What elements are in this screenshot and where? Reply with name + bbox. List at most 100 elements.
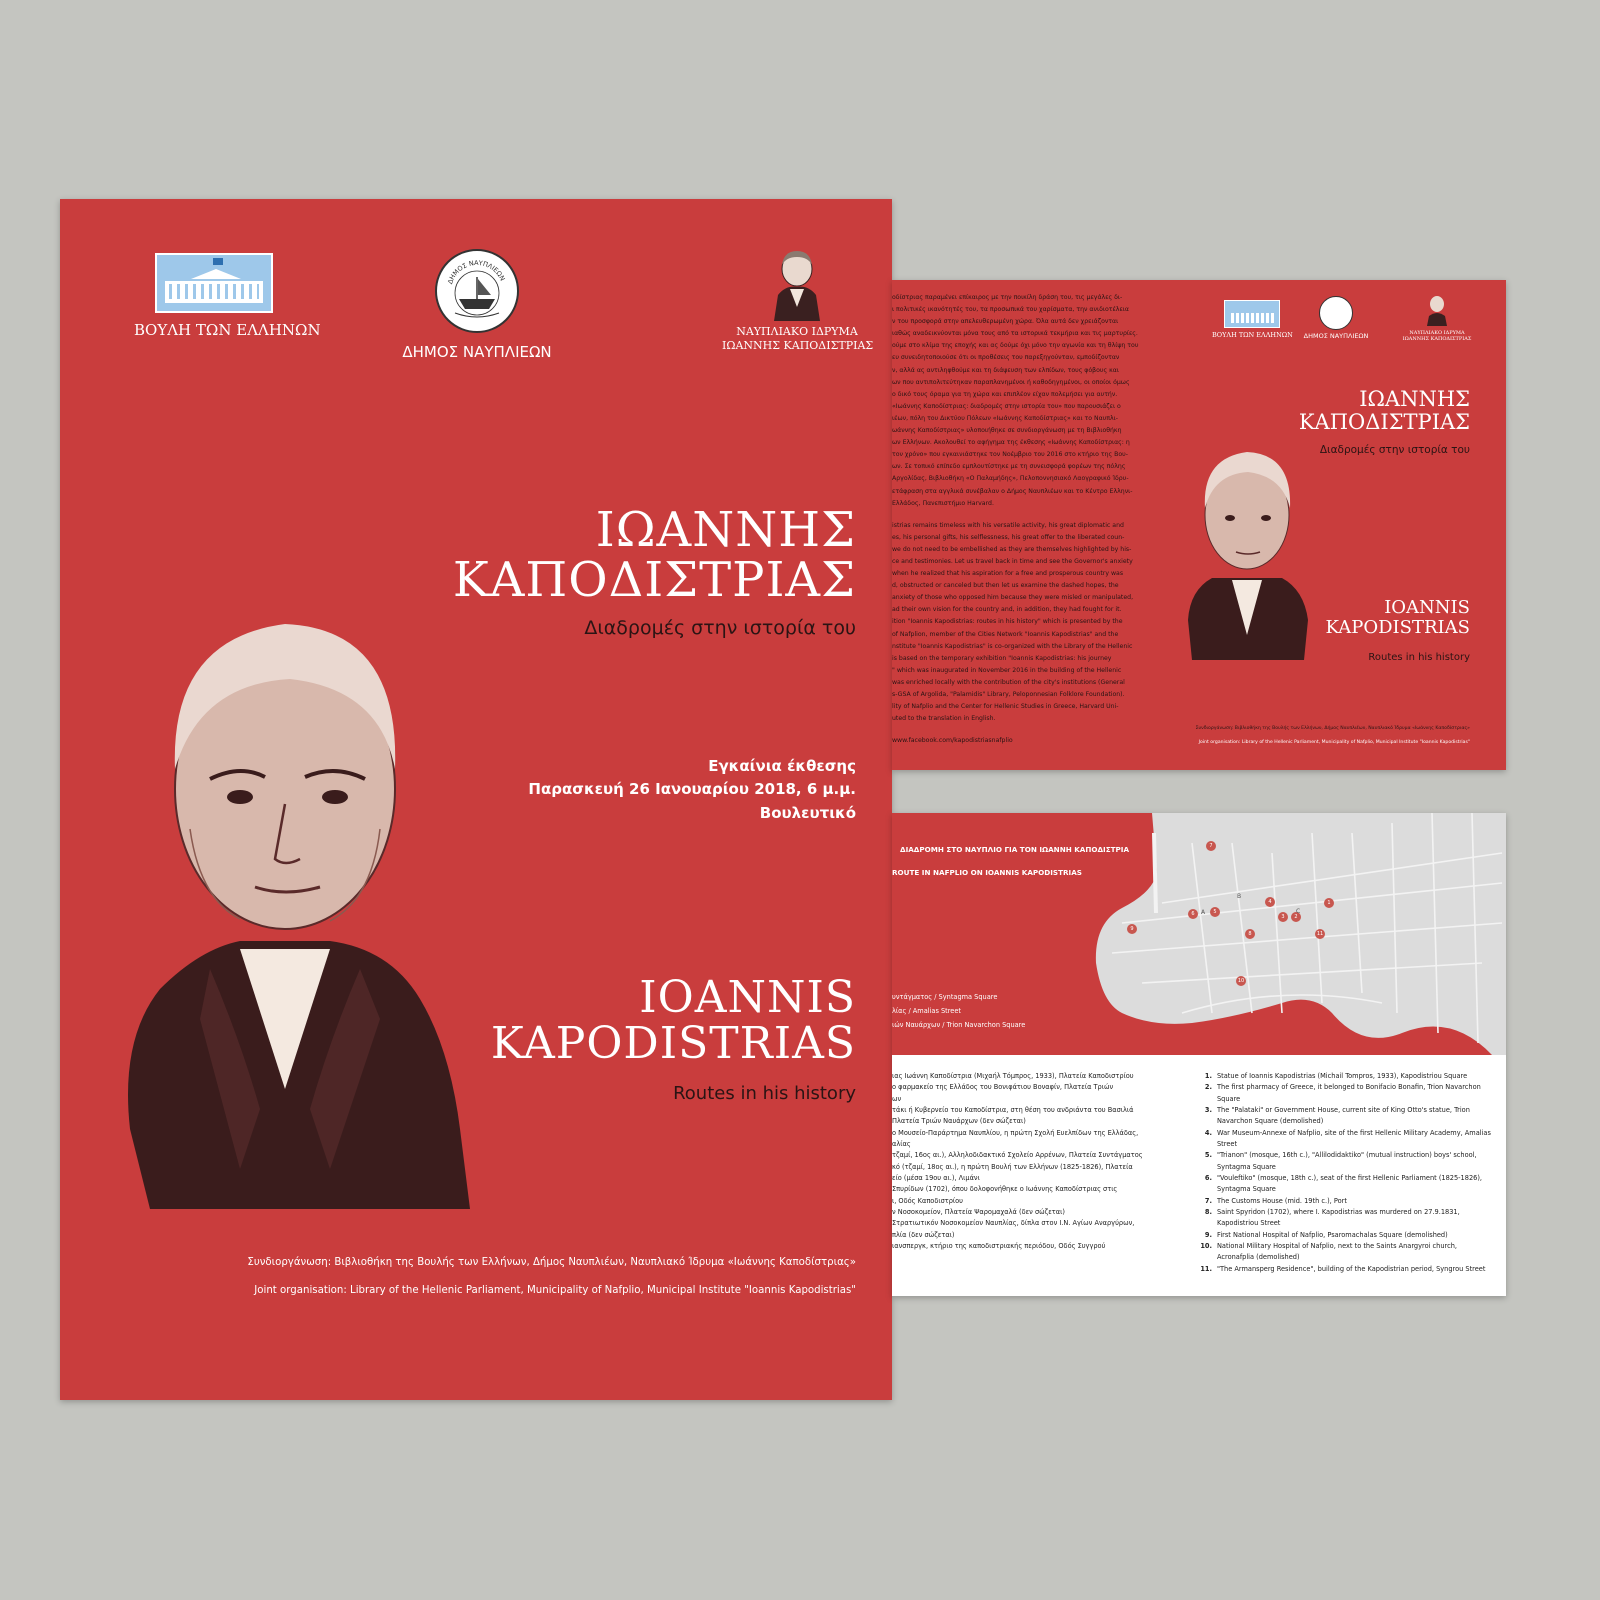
poster-title-english: IOANNIS KAPODISTRIAS xyxy=(490,974,856,1070)
map-header: ΔΙΑΔΡΟΜΗ ΣΤΟ ΝΑΥΠΛΙΟ ΓΙΑ ΤΟΝ ΙΩΑΝΝΗ ΚΑΠΟ… xyxy=(892,813,1506,1055)
list-item: ο φαρμακείο της Ελλάδος του Βονιφάτιου Β… xyxy=(892,1082,1188,1093)
intro-line-english: ad their own vision for the country and,… xyxy=(892,606,1122,614)
list-item-number: 3. xyxy=(1204,1105,1212,1114)
list-item: ν Νοσοκομείον, Πλατεία Ψαρομαχαλά (δεν σ… xyxy=(892,1207,1188,1218)
list-item-text: είο (μέσα 19ου αι.), Λιμάνι xyxy=(892,1173,980,1182)
intro-line-greek: ο δικό τους όραμα για τη χώρα και επιπλέ… xyxy=(892,390,1118,398)
intro-line-english: s-GSA of Argolida, "Palamidis" Library, … xyxy=(892,691,1125,698)
poster-title-english-line2: KAPODISTRIAS xyxy=(490,1018,856,1070)
intro-line-greek: τον χρόνο» που εγκαινιάστηκε τον Νοέμβρι… xyxy=(892,451,1128,459)
intro-line-english: ition "Ioannis Kapodistrias: routes in h… xyxy=(892,618,1123,626)
list-item-number: 1. xyxy=(1204,1072,1212,1080)
list-item-text: Σπυρίδων (1702), όπου δολοφονήθηκε ο Ιωά… xyxy=(892,1185,1118,1194)
list-item-text: ιας Ιωάννη Καποδίστρια (Μιχαήλ Τόμπρος, … xyxy=(892,1072,1134,1080)
route-list-greek: ιας Ιωάννη Καποδίστρια (Μιχαήλ Τόμπρος, … xyxy=(892,1071,1188,1252)
list-item-number xyxy=(1198,1116,1212,1127)
list-item: είο (μέσα 19ου αι.), Λιμάνι xyxy=(892,1173,1188,1184)
exhibition-poster: ΒΟΥΛΗ ΤΩΝ ΕΛΛΗΝΩΝ ΔΗΜΟΣ ΝΑΥΠΛΙΕΩΝ ΔΗΜΟΣ … xyxy=(60,199,892,1400)
list-item-text: αλίας xyxy=(892,1139,911,1148)
brochure-title-english-line2: KAPODISTRIAS xyxy=(1325,617,1470,639)
intro-line-greek: ωάννης Καποδίστριας» υλοποιήθηκε σε συνδ… xyxy=(892,427,1122,435)
list-item-number xyxy=(1198,1218,1212,1229)
event-venue: Βουλευτικό xyxy=(759,803,856,822)
institute-caption-line2: ΙΩΑΝΝΗΣ ΚΑΠΟΔΙΣΤΡΙΑΣ xyxy=(722,338,874,352)
map-marker[interactable]: 1 xyxy=(1324,898,1334,908)
map-legend-b: λίας / Amalias Street xyxy=(892,1007,962,1015)
brochure-subtitle-english: Routes in his history xyxy=(1368,652,1470,663)
intro-line-english: ce and testimonies. Let us travel back i… xyxy=(892,557,1133,565)
list-item: Σπυρίδων (1702), όπου δολοφονήθηκε ο Ιωά… xyxy=(892,1184,1188,1195)
list-item: 2. The first pharmacy of Greece, it belon… xyxy=(1198,1082,1498,1093)
list-item-text: The Customs House (mid. 19th c.), Port xyxy=(1217,1196,1347,1205)
intro-line-greek: ι πολιτικές ικανότητές του, τα προσωπικά… xyxy=(892,306,1129,314)
institute-logo: ΝΑΥΠΛΙΑΚΟ ΙΔΡΥΜΑ ΙΩΑΝΝΗΣ ΚΑΠΟΔΙΣΤΡΙΑΣ xyxy=(722,247,874,353)
brochure-portrait xyxy=(1188,452,1308,660)
intro-line-greek: Αργολίδας, Βιβλιοθήκη «Ο Παλαμήδης», Πελ… xyxy=(892,475,1129,483)
intro-line-greek: ιαθώς αναδεικνύονται μόνα τους από τα ισ… xyxy=(892,330,1138,338)
poster-credit-english: Joint organisation: Library of the Helle… xyxy=(254,1285,856,1296)
brochure-credit-english: Joint organisation: Library of the Helle… xyxy=(1198,740,1470,745)
facebook-link[interactable]: www.facebook.com/kapodistriasnafplio xyxy=(892,735,1174,747)
intro-line-greek: ετάφραση στα αγγλικά συνέβαλαν ο Δήμος Ν… xyxy=(892,487,1133,495)
brochure-title-english: IOANNIS KAPODISTRIAS xyxy=(1325,597,1470,639)
list-item: ων xyxy=(892,1094,1188,1105)
list-item-text: War Museum-Annexe of Nafplio, site of th… xyxy=(1217,1128,1491,1137)
list-item: Στρατιωτικόν Νοσοκομείον Ναυπλίας, δίπλα… xyxy=(892,1218,1188,1229)
list-item-number: 2. xyxy=(1204,1083,1212,1092)
poster-subtitle-greek: Διαδρομές στην ιστορία του xyxy=(584,617,856,639)
event-date: Παρασκευή 26 Ιανουαρίου 2018, 6 μ.μ. xyxy=(528,780,856,799)
map-marker[interactable]: 4 xyxy=(1265,897,1275,907)
parliament-logo: ΒΟΥΛΗ ΤΩΝ ΕΛΛΗΝΩΝ xyxy=(134,253,321,339)
list-item-text: Saint Spyridon (1702), where I. Kapodist… xyxy=(1217,1207,1460,1216)
brochure-credit-greek: Συνδιοργάνωση: Βιβλιοθήκη της Βουλής των… xyxy=(1195,726,1470,731)
list-item-number xyxy=(1198,1162,1212,1173)
brochure-title-greek: ΙΩΑΝΝΗΣ ΚΑΠΟΔΙΣΤΡΙΑΣ xyxy=(1299,388,1470,433)
intro-line-greek: Ελλάδος, Πανεπιστήμιο Harvard. xyxy=(892,499,994,507)
list-item: 5. "Trianon" (mosque, 16th c.), "Allilodi… xyxy=(1198,1150,1498,1161)
list-item-number: 6. xyxy=(1204,1173,1212,1182)
map-marker[interactable]: 5 xyxy=(1210,907,1220,917)
poster-title-greek-line2: ΚΑΠΟΔΙΣΤΡΙΑΣ xyxy=(452,552,856,609)
list-item-number: 4. xyxy=(1204,1128,1212,1137)
list-item: 4. War Museum-Annexe of Nafplio, site of … xyxy=(1198,1128,1498,1139)
list-item-text: Navarchon Square (demolished) xyxy=(1217,1117,1324,1126)
parliament-building-icon xyxy=(1224,300,1280,328)
map-marker[interactable]: 6 xyxy=(1188,909,1198,919)
map-marker[interactable]: 9 xyxy=(1127,924,1137,934)
municipality-logo: ΔΗΜΟΣ ΝΑΥΠΛΙΕΩΝ ΔΗΜΟΣ ΝΑΥΠΛΙΕΩΝ xyxy=(392,249,562,361)
list-item-text: Πλατεία Τριών Ναυάρχων (δεν σώζεται) xyxy=(892,1117,1026,1126)
list-item: 7. The Customs House (mid. 19th c.), Port xyxy=(1198,1196,1498,1207)
intro-line-english: nstitute "Ioannis Kapodistrias" is co-or… xyxy=(892,642,1133,650)
list-item: πλία (δεν σώζεται) xyxy=(892,1230,1188,1241)
list-item: κό (τζαμί, 18ος αι.), η πρώτη Βουλή των … xyxy=(892,1162,1188,1173)
map-marker[interactable]: 7 xyxy=(1206,841,1216,851)
poster-title-greek-line1: ΙΩΑΝΝΗΣ xyxy=(595,502,856,558)
list-item-text: "Vouleftiko" (mosque, 18th c.), seat of … xyxy=(1217,1173,1483,1182)
intro-line-greek: ων Ελλήνων. Ακολουθεί το αφήγημα της έκθ… xyxy=(892,439,1130,447)
list-item: ο Μουσείο-Παράρτημα Ναυπλίου, η πρώτη Σχ… xyxy=(892,1128,1188,1139)
intro-line-english: is based on the temporary exhibition "Io… xyxy=(892,654,1112,662)
intro-line-greek: οδίστριας παραμένει επίκαιρος με την ποι… xyxy=(892,294,1123,301)
list-item: τζαμί, 16ος αι.), Αλληλοδιδακτικό Σχολεί… xyxy=(892,1150,1188,1161)
map-marker[interactable]: 11 xyxy=(1315,929,1325,939)
list-item: 6. "Vouleftiko" (mosque, 18th c.), seat o… xyxy=(1198,1173,1498,1184)
route-title-english: ROUTE IN NAFPLIO ON IOANNIS KAPODISTRIAS xyxy=(892,868,1082,877)
intro-line-english: anxiety of those who opposed him because… xyxy=(892,594,1134,602)
list-item: 11. "The Armansperg Residence", building … xyxy=(1198,1264,1498,1275)
intro-line-english: when he realized that his aspiration for… xyxy=(892,570,1124,578)
brochure-municipality-logo: ΔΗΜΟΣ ΝΑΥΠΛΙΕΩΝ xyxy=(1296,296,1376,340)
map-marker[interactable]: 10 xyxy=(1236,976,1246,986)
list-item-number xyxy=(1198,1184,1212,1195)
institute-caption-line1: ΝΑΥΠΛΙΑΚΟ ΙΔΡΥΜΑ xyxy=(736,325,858,338)
kapodistrias-mini-portrait-icon xyxy=(1427,296,1447,326)
intro-line-english: " which was inaugurated in November 2016… xyxy=(892,666,1122,674)
brochure-parliament-caption: ΒΟΥΛΗ ΤΩΝ ΕΛΛΗΝΩΝ xyxy=(1212,331,1293,339)
municipality-caption: ΔΗΜΟΣ ΝΑΥΠΛΙΕΩΝ xyxy=(402,343,552,361)
list-item-number xyxy=(1198,1094,1212,1105)
brochure-title-greek-line1: ΙΩΑΝΝΗΣ xyxy=(1359,387,1470,411)
intro-line-english: es, his personal gifts, his selflessness… xyxy=(892,533,1125,541)
list-item: αλίας xyxy=(892,1139,1188,1150)
list-item-text: The "Palataki" or Government House, curr… xyxy=(1217,1105,1470,1114)
map-marker[interactable]: 3 xyxy=(1278,912,1288,922)
map-marker[interactable]: 8 xyxy=(1245,929,1255,939)
